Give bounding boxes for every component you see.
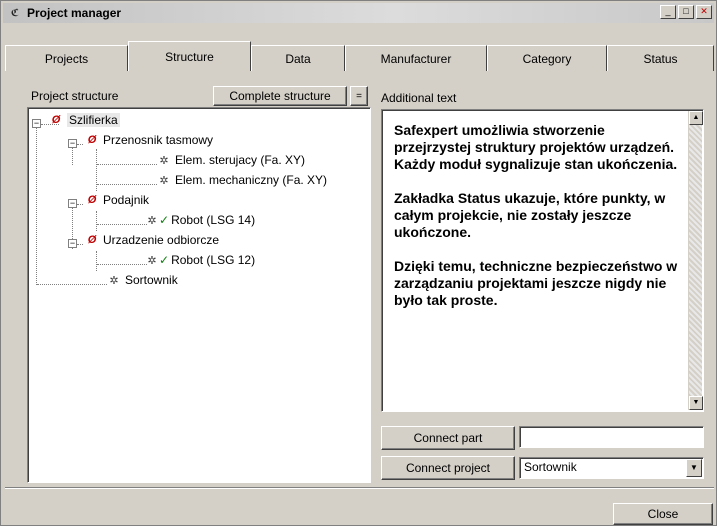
maximize-icon[interactable]: □ xyxy=(678,5,694,19)
part-icon: ✲ xyxy=(159,174,169,187)
footer-separator xyxy=(5,487,714,489)
project-manager-window: ℭ Project manager _ □ ✕ Projects Structu… xyxy=(0,0,717,526)
tab-projects[interactable]: Projects xyxy=(5,45,128,71)
expander-urzadzenie[interactable]: − xyxy=(68,239,77,248)
complete-structure-button[interactable]: Complete structure xyxy=(213,86,347,106)
close-button[interactable]: Close xyxy=(613,503,713,525)
tree-node-elem-sterujacy[interactable]: ✲ Elem. sterujacy (Fa. XY) xyxy=(157,152,305,168)
folder-icon: Ø xyxy=(87,134,97,146)
tree-node-elem-mechaniczny[interactable]: ✲ Elem. mechaniczny (Fa. XY) xyxy=(157,172,327,188)
tab-manufacturer[interactable]: Manufacturer xyxy=(345,45,487,71)
vertical-scrollbar[interactable]: ▲ ▼ xyxy=(688,111,703,410)
tree-node-sortownik[interactable]: ✲ Sortownik xyxy=(107,272,177,288)
tree-node-robot-lsg14[interactable]: ✲ ✓ Robot (LSG 14) xyxy=(145,212,255,228)
tab-bar: Projects Structure Data Manufacturer Cat… xyxy=(5,41,714,75)
additional-text-area[interactable]: Safexpert umożliwia stworzenie przejrzys… xyxy=(381,109,704,412)
minimize-icon[interactable]: _ xyxy=(660,5,676,19)
tab-structure[interactable]: Structure xyxy=(128,41,251,71)
tree-node-przenosnik[interactable]: Ø Przenosnik tasmowy xyxy=(85,132,213,148)
tree-node-szlifierka[interactable]: Ø Szlifierka xyxy=(49,112,120,128)
tab-status[interactable]: Status xyxy=(607,45,714,71)
check-icon: ✓ xyxy=(159,213,170,227)
safexpert-logo-icon: ℭ xyxy=(10,7,20,19)
additional-text-label: Additional text xyxy=(381,91,457,105)
expander-przenosnik[interactable]: − xyxy=(68,139,77,148)
tree-node-urzadzenie[interactable]: Ø Urzadzenie odbiorcze xyxy=(85,232,219,248)
part-icon: ✲ xyxy=(147,214,157,227)
connect-project-select[interactable]: Sortownik ▼ xyxy=(519,457,704,479)
expander-szlifierka[interactable]: − xyxy=(32,119,41,128)
project-structure-label: Project structure xyxy=(31,89,119,103)
chevron-down-icon[interactable]: ▼ xyxy=(686,459,702,477)
tree-node-robot-lsg12[interactable]: ✲ ✓ Robot (LSG 12) xyxy=(145,252,255,268)
expander-podajnik[interactable]: − xyxy=(68,199,77,208)
collapse-tree-button[interactable]: = xyxy=(350,86,368,106)
tab-data[interactable]: Data xyxy=(251,45,345,71)
folder-icon: Ø xyxy=(51,114,61,126)
part-icon: ✲ xyxy=(147,254,157,267)
project-tree: − − − − Ø Szlifierka Ø Przenosnik tasmow… xyxy=(29,109,369,481)
tab-category[interactable]: Category xyxy=(487,45,607,71)
folder-icon: Ø xyxy=(87,234,97,246)
part-icon: ✲ xyxy=(109,274,119,287)
folder-icon: Ø xyxy=(87,194,97,206)
window-title: Project manager xyxy=(27,6,122,20)
check-icon: ✓ xyxy=(159,253,170,267)
scroll-up-icon[interactable]: ▲ xyxy=(689,111,703,125)
title-bar[interactable]: ℭ Project manager _ □ ✕ xyxy=(3,3,714,23)
close-icon[interactable]: ✕ xyxy=(696,5,712,19)
scroll-down-icon[interactable]: ▼ xyxy=(689,396,703,410)
part-icon: ✲ xyxy=(159,154,169,167)
additional-text-content: Safexpert umożliwia stworzenie przejrzys… xyxy=(394,122,678,308)
connect-part-button[interactable]: Connect part xyxy=(381,426,515,450)
tree-node-podajnik[interactable]: Ø Podajnik xyxy=(85,192,149,208)
connect-part-field[interactable] xyxy=(519,426,704,448)
connect-project-button[interactable]: Connect project xyxy=(381,456,515,480)
